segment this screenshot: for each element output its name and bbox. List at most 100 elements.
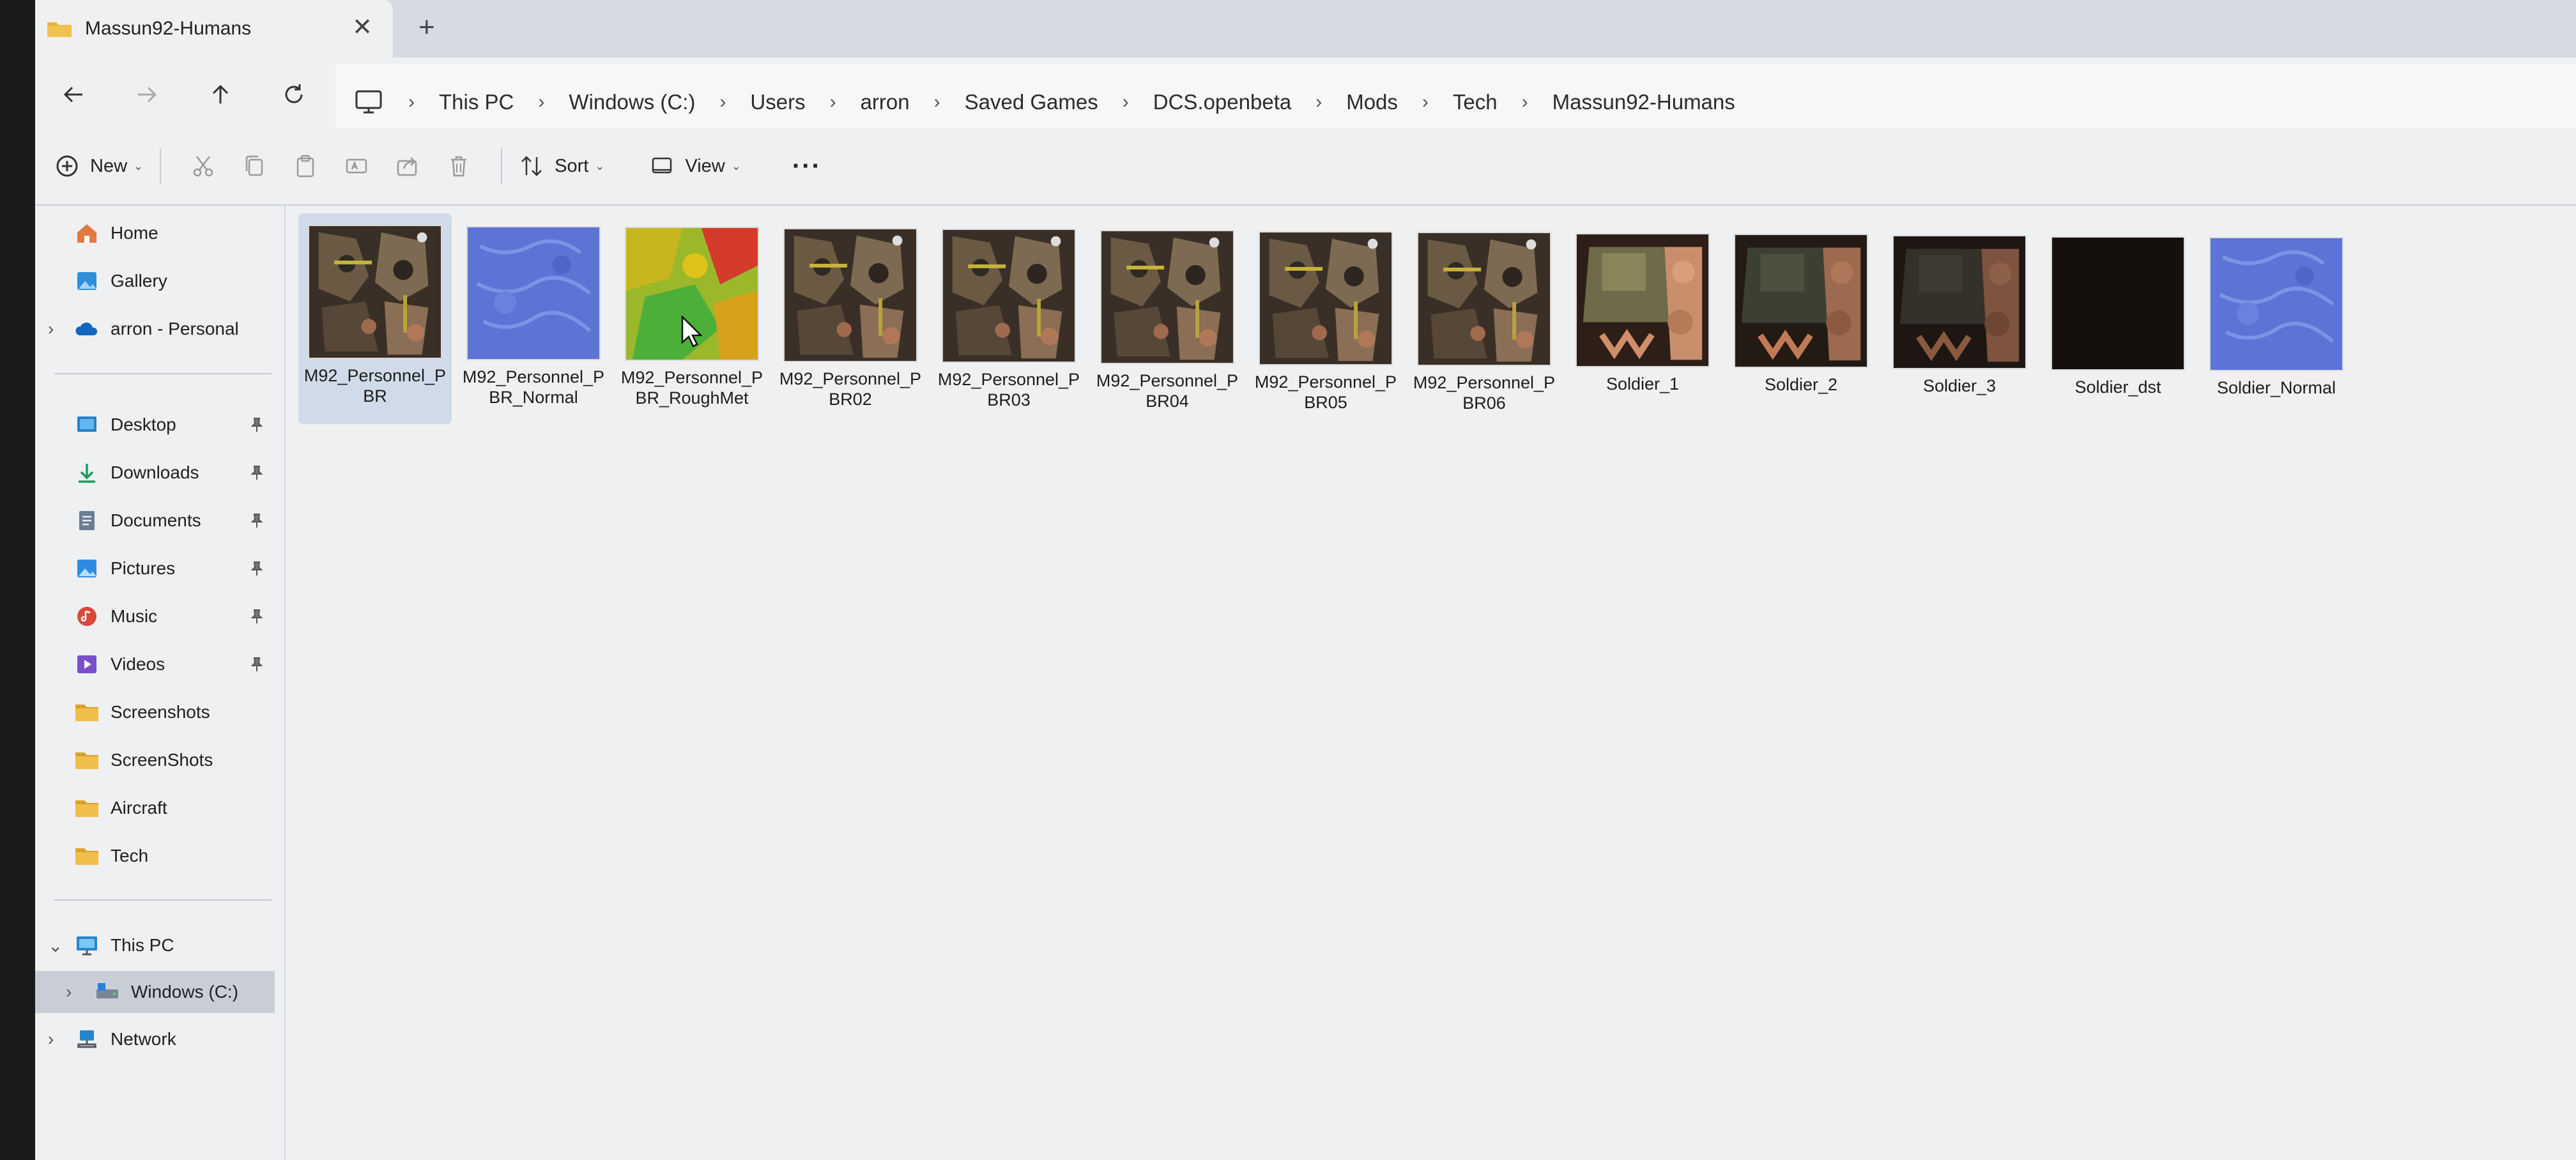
- copy-button[interactable]: [229, 141, 280, 192]
- tab-massun92-humans[interactable]: Massun92-Humans ✕: [35, 0, 393, 57]
- file-item[interactable]: M92_Personnel_PBR04: [1091, 218, 1244, 429]
- breadcrumb-tech[interactable]: Tech: [1453, 90, 1498, 114]
- breadcrumb-separator[interactable]: ›: [934, 91, 940, 113]
- forward-arrow-icon: [138, 86, 157, 103]
- sidebar-item-label: Desktop: [111, 415, 176, 434]
- onedrive-icon: [75, 322, 98, 335]
- file-item[interactable]: Soldier_Normal: [2200, 225, 2353, 436]
- breadcrumb-massun92-humans[interactable]: Massun92-Humans: [1552, 90, 1735, 114]
- paste-button[interactable]: [280, 141, 331, 192]
- folder-icon: [75, 848, 98, 865]
- pin-icon[interactable]: [249, 656, 265, 673]
- breadcrumb-mods[interactable]: Mods: [1346, 90, 1398, 114]
- back-button[interactable]: [48, 69, 99, 120]
- sidebar-item-desktop[interactable]: Desktop: [35, 404, 284, 446]
- computer-icon: [355, 90, 382, 114]
- breadcrumb-separator[interactable]: ›: [1422, 91, 1429, 113]
- copy-icon: [245, 155, 263, 176]
- breadcrumb-separator[interactable]: ›: [538, 91, 544, 113]
- breadcrumb-separator[interactable]: ›: [830, 91, 836, 113]
- breadcrumb-separator[interactable]: ›: [1522, 91, 1528, 113]
- view-button[interactable]: View ⌄: [649, 153, 741, 179]
- drive-icon: [96, 983, 118, 998]
- new-tab-button[interactable]: +: [418, 11, 435, 43]
- pin-icon[interactable]: [249, 560, 265, 577]
- chevron-right-icon[interactable]: ›: [66, 982, 72, 1002]
- close-tab-button[interactable]: ✕: [352, 13, 372, 42]
- sidebar-item-tech[interactable]: Tech: [35, 835, 284, 877]
- chevron-right-icon[interactable]: ›: [48, 319, 54, 339]
- chevron-down-icon[interactable]: ⌄: [48, 935, 63, 956]
- file-item[interactable]: M92_Personnel_PBR03: [932, 217, 1085, 428]
- forward-button[interactable]: [121, 69, 172, 120]
- breadcrumb-dcs-openbeta[interactable]: DCS.openbeta: [1153, 90, 1291, 114]
- more-options-button[interactable]: ···: [792, 152, 822, 181]
- image-thumbnail: [1892, 235, 2027, 369]
- file-item[interactable]: M92_Personnel_PBR05: [1249, 220, 1402, 431]
- share-button[interactable]: [382, 141, 433, 192]
- file-item[interactable]: M92_Personnel_PBR02: [774, 217, 927, 427]
- pin-icon[interactable]: [249, 512, 265, 529]
- file-name: M92_Personnel_PBR03: [937, 370, 1080, 409]
- breadcrumb-separator[interactable]: ›: [1123, 91, 1129, 113]
- file-name: M92_Personnel_PBR02: [779, 369, 922, 409]
- file-name: M92_Personnel_PBR05: [1254, 372, 1397, 412]
- file-name: Soldier_2: [1764, 375, 1838, 394]
- new-button[interactable]: New ⌄: [54, 153, 143, 179]
- pin-icon[interactable]: [249, 464, 265, 481]
- sidebar-item-onedrive[interactable]: › arron - Personal: [35, 308, 284, 350]
- delete-button[interactable]: [433, 141, 484, 192]
- breadcrumb-arron[interactable]: arron: [861, 90, 910, 114]
- sidebar-item-network[interactable]: › Network: [35, 1018, 284, 1060]
- folder-icon: [47, 22, 72, 37]
- file-item[interactable]: M92_Personnel_PBR_Normal: [457, 215, 610, 425]
- view-button-label: View: [685, 155, 725, 176]
- sidebar-item-label: arron - Personal: [111, 319, 239, 339]
- breadcrumb-users[interactable]: Users: [750, 90, 805, 114]
- breadcrumb-this-pc[interactable]: This PC: [439, 90, 514, 114]
- file-item[interactable]: M92_Personnel_PBR06: [1407, 220, 1561, 431]
- sidebar-item-label: Gallery: [111, 271, 167, 291]
- sidebar-item-pictures[interactable]: Pictures: [35, 547, 284, 590]
- file-item[interactable]: Soldier_2: [1724, 222, 1878, 433]
- sidebar-item-label: Music: [111, 606, 158, 626]
- breadcrumb-windows-c[interactable]: Windows (C:): [569, 90, 695, 114]
- sidebar-item-home[interactable]: Home: [35, 212, 284, 254]
- sidebar-item-aircraft[interactable]: Aircraft: [35, 787, 284, 829]
- pin-icon[interactable]: [249, 416, 265, 433]
- file-item[interactable]: Soldier_3: [1883, 224, 2036, 434]
- breadcrumb-saved-games[interactable]: Saved Games: [965, 90, 1098, 114]
- sort-button[interactable]: Sort ⌄: [519, 153, 604, 179]
- new-button-label: New: [90, 155, 128, 176]
- sidebar-item-videos[interactable]: Videos: [35, 643, 284, 685]
- rename-button[interactable]: [331, 141, 382, 192]
- sidebar-item-screenshots[interactable]: Screenshots: [35, 691, 284, 733]
- sidebar-item-music[interactable]: Music: [35, 595, 284, 637]
- image-thumbnail: [2209, 237, 2343, 371]
- chevron-down-icon: ⌄: [595, 159, 605, 172]
- pin-icon[interactable]: [249, 608, 265, 625]
- sidebar-item-downloads[interactable]: Downloads: [35, 452, 284, 494]
- sidebar-item-this-pc[interactable]: ⌄ This PC: [35, 924, 284, 966]
- chevron-right-icon[interactable]: ›: [48, 1029, 54, 1049]
- sidebar-item-label: Network: [111, 1029, 176, 1049]
- file-name: M92_Personnel_PBR: [303, 366, 447, 406]
- file-name: Soldier_3: [1922, 376, 1997, 395]
- file-item[interactable]: Soldier_dst: [2041, 225, 2195, 436]
- sidebar-item-label: Documents: [111, 510, 201, 530]
- back-arrow-icon: [63, 86, 82, 103]
- sort-icon: [521, 156, 542, 176]
- breadcrumb-separator[interactable]: ›: [719, 91, 726, 113]
- sidebar-item-gallery[interactable]: Gallery: [35, 260, 284, 302]
- refresh-button[interactable]: [268, 69, 319, 120]
- sidebar-item-screenshots-2[interactable]: ScreenShots: [35, 739, 284, 781]
- up-button[interactable]: [195, 69, 246, 120]
- file-item[interactable]: Soldier_1: [1566, 222, 1719, 432]
- sidebar-item-windows-c[interactable]: › Windows (C:): [35, 971, 275, 1013]
- breadcrumb-separator[interactable]: ›: [1315, 91, 1322, 113]
- sidebar-item-documents[interactable]: Documents: [35, 500, 284, 542]
- cut-button[interactable]: [178, 141, 229, 192]
- file-item[interactable]: M92_Personnel_PBR: [298, 213, 452, 424]
- sidebar-item-label: Screenshots: [111, 702, 210, 722]
- network-icon: [77, 1030, 96, 1048]
